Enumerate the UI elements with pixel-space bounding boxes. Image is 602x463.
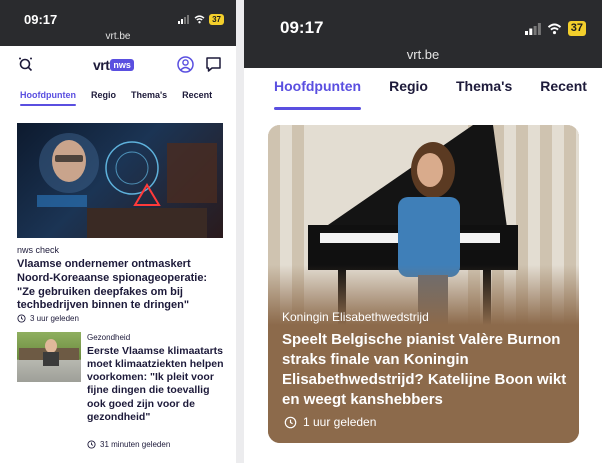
story1-kicker: nws check xyxy=(17,245,60,255)
app-header: vrt nws xyxy=(0,46,236,84)
story2-time: 31 minuten geleden xyxy=(100,440,171,449)
section-tabs: Hoofdpunten Regio Thema's Recent xyxy=(0,84,236,112)
clock-icon xyxy=(284,416,297,428)
story1-time: 3 uur geleden xyxy=(30,314,79,323)
status-bar: 09:17 37 vrt.be xyxy=(0,0,236,46)
right-phone-screen: 09:17 37 vrt.be Hoofdpunten Regio Thema'… xyxy=(244,0,602,463)
status-icons: 37 xyxy=(524,21,586,36)
status-time: 09:17 xyxy=(24,12,58,27)
story2-meta: 31 minuten geleden xyxy=(87,440,170,449)
featured-story-kicker: Koningin Elisabethwedstrijd xyxy=(282,310,429,324)
story2-headline[interactable]: Eerste Vlaamse klimaatarts moet klimaatz… xyxy=(87,345,229,424)
story2-image[interactable] xyxy=(17,332,81,382)
battery-indicator: 37 xyxy=(567,21,586,36)
signal-icon xyxy=(178,15,190,24)
status-bar: 09:17 37 vrt.be xyxy=(244,0,602,68)
account-icon[interactable] xyxy=(177,56,194,78)
tab-regio[interactable]: Regio xyxy=(91,84,116,112)
status-icons: 37 xyxy=(178,14,224,25)
tab-themas[interactable]: Thema's xyxy=(456,78,512,116)
left-phone-screen: 09:17 37 vrt.be vrt nws Hoofdpunten Regi… xyxy=(0,0,236,463)
wifi-icon xyxy=(194,15,205,24)
logo-nws-badge: nws xyxy=(110,59,134,71)
story2-kicker: Gezondheid xyxy=(87,333,131,342)
clock-icon xyxy=(87,440,96,449)
wifi-icon xyxy=(547,23,561,34)
clock-icon xyxy=(17,314,26,323)
url-bar[interactable]: vrt.be xyxy=(244,47,602,62)
search-icon[interactable] xyxy=(17,56,34,78)
story1-meta: 3 uur geleden xyxy=(17,314,79,323)
screenshot-divider xyxy=(236,0,244,463)
tab-hoofdpunten[interactable]: Hoofdpunten xyxy=(274,78,362,116)
tab-recent[interactable]: Recent xyxy=(540,78,587,116)
logo-vrt-text: vrt xyxy=(93,57,110,73)
messages-icon[interactable] xyxy=(205,56,222,78)
tab-themas[interactable]: Thema's xyxy=(131,84,167,112)
status-time: 09:17 xyxy=(280,18,324,37)
featured-story-meta: 1 uur geleden xyxy=(284,415,376,429)
story1-headline[interactable]: Vlaamse ondernemer ontmaskert Noord-Kore… xyxy=(17,258,225,313)
tab-hoofdpunten[interactable]: Hoofdpunten xyxy=(20,84,76,112)
battery-indicator: 37 xyxy=(209,14,224,25)
story1-image[interactable] xyxy=(17,123,223,238)
url-bar[interactable]: vrt.be xyxy=(0,31,236,42)
tab-regio[interactable]: Regio xyxy=(389,78,428,116)
featured-story-card[interactable]: Koningin Elisabethwedstrijd Speelt Belgi… xyxy=(268,125,579,443)
featured-story-image xyxy=(268,125,579,325)
featured-story-time: 1 uur geleden xyxy=(303,415,377,429)
tab-recent[interactable]: Recent xyxy=(182,84,212,112)
featured-story-headline[interactable]: Speelt Belgische pianist Valère Burnon s… xyxy=(282,330,572,410)
vrt-nws-logo[interactable]: vrt nws xyxy=(93,57,134,73)
signal-icon xyxy=(524,22,541,35)
section-tabs: Hoofdpunten Regio Thema's Recent xyxy=(244,78,602,116)
